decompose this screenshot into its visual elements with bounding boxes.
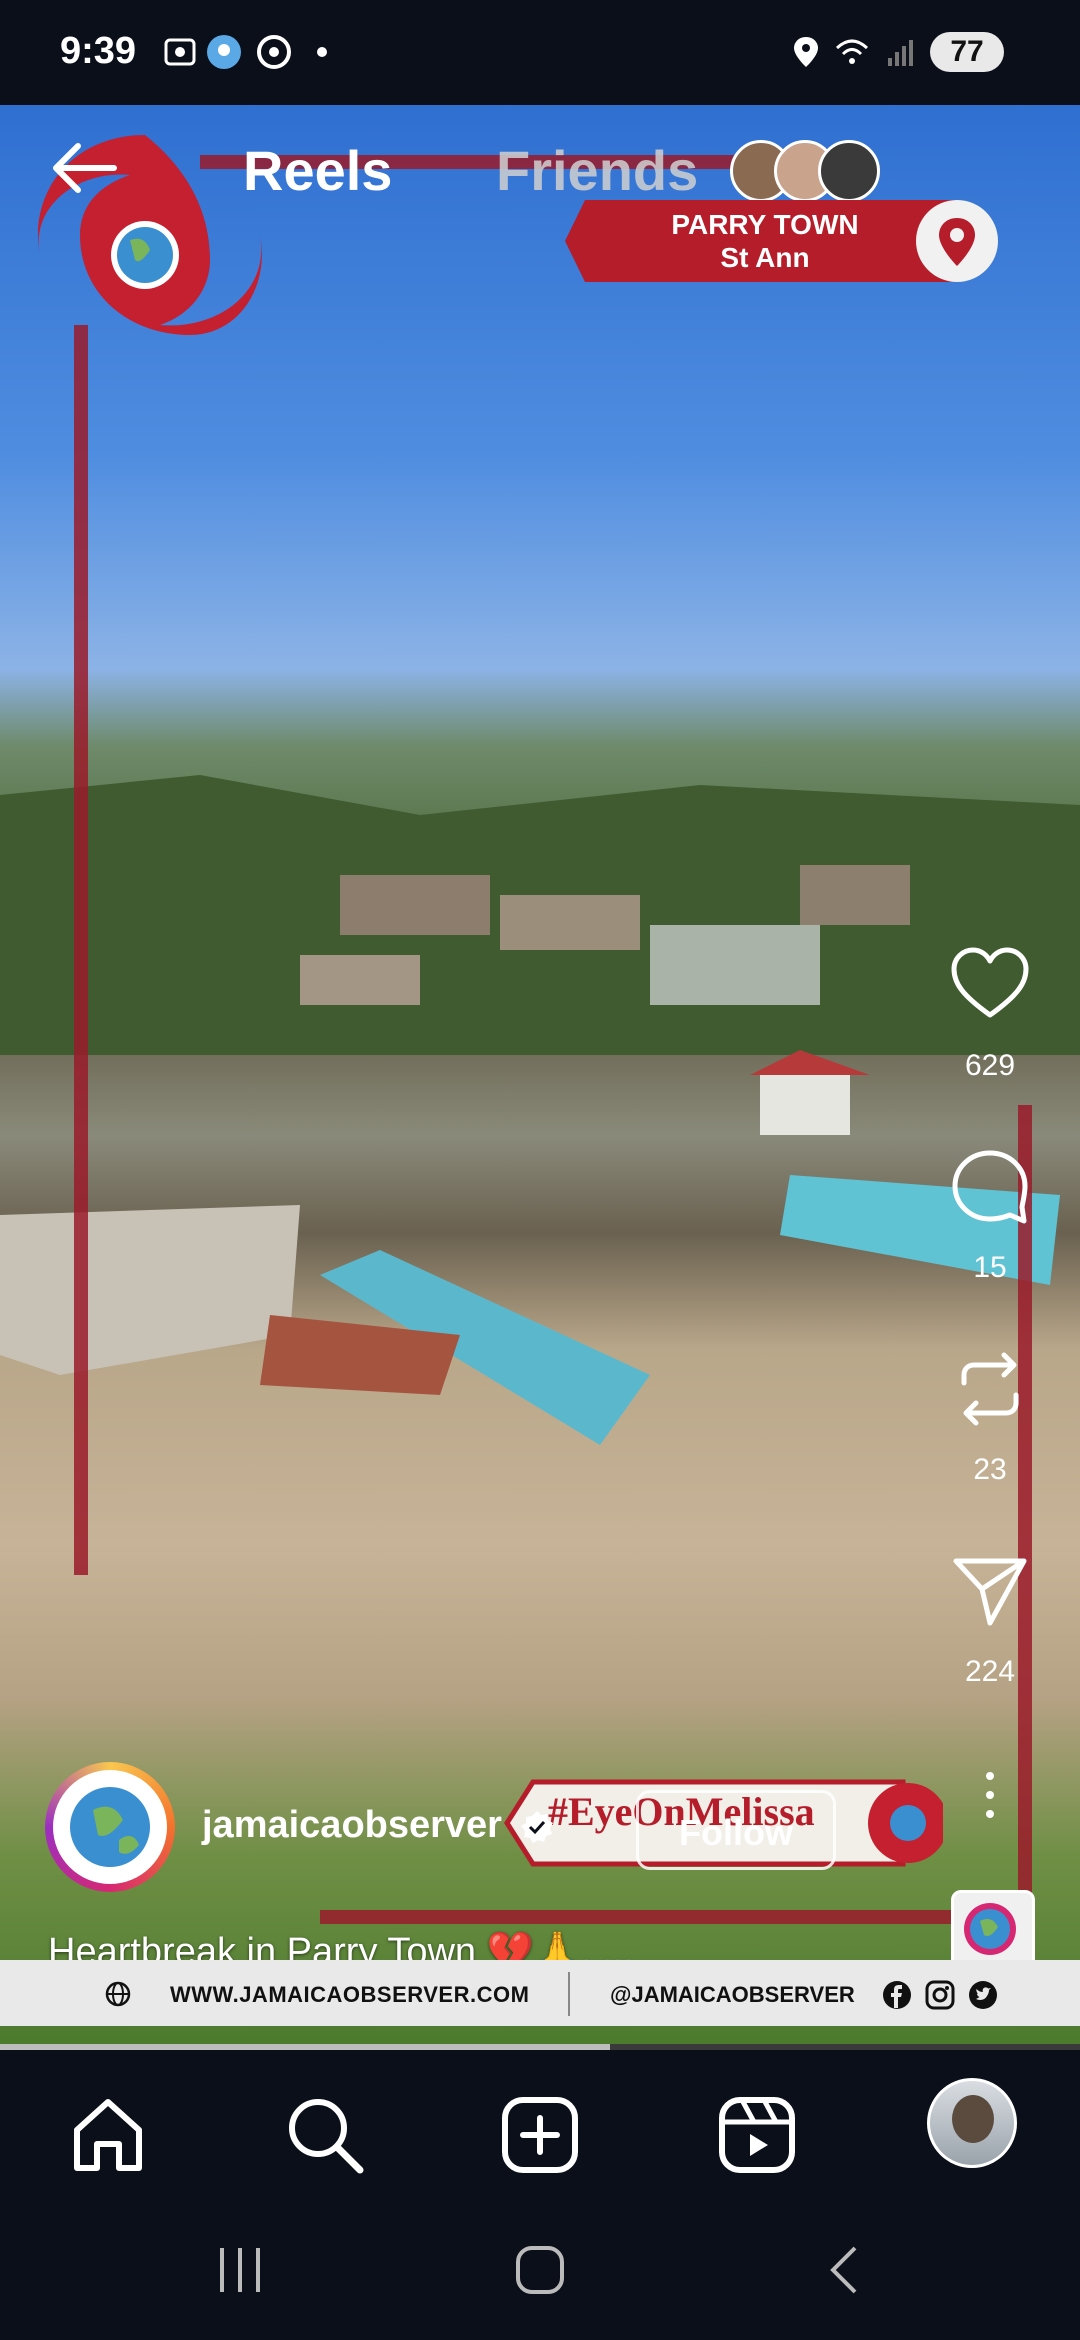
- reels-icon[interactable]: [712, 2090, 802, 2180]
- location-line1: PARRY TOWN: [671, 209, 859, 240]
- like-action[interactable]: 629: [940, 945, 1040, 1082]
- location-line2: St Ann: [720, 242, 810, 273]
- repost-icon[interactable]: [950, 1349, 1030, 1429]
- comment-count: 15: [973, 1251, 1007, 1284]
- heart-icon[interactable]: [950, 945, 1030, 1025]
- search-icon[interactable]: [280, 2090, 370, 2180]
- location-icon: [794, 37, 818, 67]
- profile-avatar[interactable]: [927, 2078, 1017, 2168]
- author-username-text[interactable]: jamaicaobserver: [202, 1804, 502, 1846]
- author-avatar-image: [53, 1770, 167, 1884]
- author-username[interactable]: jamaicaobserver: [202, 1804, 555, 1847]
- video-scene: [0, 775, 1080, 1445]
- more-options-icon[interactable]: [978, 1770, 1002, 1820]
- chrome-icon: [257, 35, 291, 69]
- frame-overlay-left: [74, 325, 88, 1575]
- frame-overlay-bottom: [320, 1910, 1020, 1924]
- battery-icon: 77: [930, 32, 1004, 72]
- banner-handle: @JAMAICAOBSERVER: [610, 1982, 855, 2007]
- author-avatar[interactable]: [45, 1762, 175, 1892]
- back-arrow-icon[interactable]: [48, 138, 118, 198]
- globe-icon: [105, 1981, 131, 2007]
- globe-icon: [70, 1787, 150, 1867]
- repost-count: 23: [973, 1453, 1007, 1486]
- observer-banner: WWW.JAMAICAOBSERVER.COM @JAMAICAOBSERVER: [0, 1960, 1080, 2026]
- comment-action[interactable]: 15: [940, 1147, 1040, 1284]
- screenshot-icon: [164, 38, 196, 66]
- status-time: 9:39: [60, 30, 137, 72]
- dot-icon: [317, 47, 327, 57]
- tab-friends[interactable]: Friends: [496, 138, 698, 203]
- repost-action[interactable]: 23: [940, 1349, 1040, 1486]
- banner-website: WWW.JAMAICAOBSERVER.COM: [170, 1982, 530, 2007]
- status-bar: 9:39 77: [0, 0, 1080, 105]
- home-icon[interactable]: [63, 2090, 153, 2180]
- tab-reels[interactable]: Reels: [243, 138, 392, 203]
- map-pin-icon: [939, 218, 975, 266]
- home-button-icon[interactable]: [510, 2240, 570, 2300]
- facebook-icon: [883, 1981, 911, 2009]
- create-icon[interactable]: [495, 2090, 585, 2180]
- location-text: PARRY TOWN St Ann: [635, 208, 895, 274]
- globe-icon: [964, 1903, 1016, 1955]
- signal-icon: [888, 40, 913, 66]
- instagram-icon: [925, 1980, 955, 2010]
- wifi-icon: [835, 39, 869, 64]
- verified-badge-icon: [520, 1810, 553, 1843]
- reel-video[interactable]: [0, 105, 1080, 2050]
- location-app-icon: [207, 35, 241, 69]
- friend-avatar: [818, 140, 880, 202]
- back-button-icon[interactable]: [815, 2240, 875, 2300]
- twitter-icon: [969, 1981, 997, 2009]
- banner-divider: [568, 1972, 570, 2016]
- follow-button[interactable]: Follow: [636, 1790, 836, 1870]
- share-count: 224: [964, 1655, 1016, 1688]
- profile-avatar-face: [952, 2095, 994, 2143]
- recent-apps-icon[interactable]: [210, 2240, 270, 2300]
- system-nav-bar: [0, 2180, 1080, 2340]
- location-badge: PARRY TOWN St Ann: [565, 200, 1000, 282]
- friends-avatars[interactable]: [730, 140, 880, 202]
- like-count: 629: [964, 1049, 1016, 1082]
- share-action[interactable]: 224: [940, 1551, 1040, 1688]
- send-icon[interactable]: [950, 1551, 1030, 1631]
- comment-icon[interactable]: [950, 1147, 1030, 1227]
